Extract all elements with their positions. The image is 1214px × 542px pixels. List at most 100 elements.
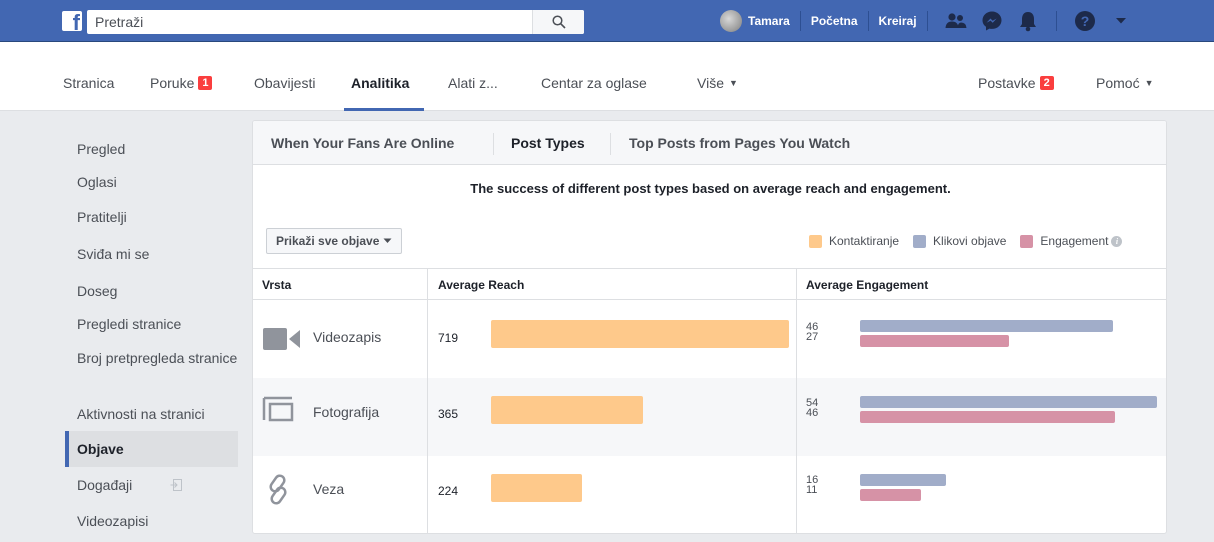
tab-label: Više [697,75,724,91]
column-header-reach: Average Reach [438,278,525,292]
info-icon[interactable]: i [1111,235,1123,247]
sidebar-item-label: Oglasi [77,174,117,190]
post-type-label: Veza [313,481,345,497]
reach-bar[interactable] [491,474,582,502]
panel-subtitle: The success of different post types base… [470,181,951,196]
sidebar-item-posts[interactable]: Objave [65,431,238,467]
table-row: Fotografija 365 54 46 [253,378,1166,456]
video-camera-icon [263,328,300,350]
tab-label: Poruke [150,75,195,91]
panel-tabs: When Your Fans Are Online Post Types Top… [253,121,1166,165]
tab-ad-center[interactable]: Centar za oglase [541,75,647,91]
reach-bar[interactable] [491,320,789,348]
column-divider [796,268,797,533]
sidebar-item-label: Aktivnosti na stranici [77,406,205,422]
show-all-posts-dropdown[interactable]: Prikaži sve objave [266,228,403,254]
divider [799,11,801,31]
clicks-bar[interactable] [860,320,1113,332]
dropdown-label: Prikaži sve objave [276,234,380,248]
column-divider [427,268,428,533]
top-bar: f Tamara Početna Kreiraj ? [0,0,1214,42]
facebook-logo-icon[interactable]: f [62,11,82,34]
avatar[interactable] [720,10,742,32]
divider [1055,11,1057,31]
legend-label-clicks: Klikovi objave [933,234,1007,248]
notifications-bell-icon[interactable] [1016,9,1040,33]
clicks-bar[interactable] [860,396,1157,408]
user-name-link[interactable]: Tamara [748,14,790,28]
sidebar-item-reach[interactable]: Doseg [65,282,238,300]
search-box [87,10,584,34]
sidebar-item-events[interactable]: Događaji [65,476,238,494]
search-input[interactable] [87,10,527,34]
tab-fans-online[interactable]: When Your Fans Are Online [271,135,454,151]
column-header-type: Vrsta [262,278,292,292]
post-type-label: Videozapis [313,329,382,345]
reach-value: 719 [438,331,459,345]
sidebar-item-overview[interactable]: Pregled [65,140,238,158]
sidebar-item-page-actions[interactable]: Aktivnosti na stranici [65,405,238,423]
tab-more[interactable]: Više ▼ [697,75,738,91]
tab-page[interactable]: Stranica [63,75,114,91]
sidebar-item-label: Videozapisi [77,513,149,529]
legend: Kontaktiranje Klikovi objave Engagement … [809,234,1123,248]
tab-publishing-tools[interactable]: Alati z... [448,75,498,91]
tab-messages[interactable]: Poruke 1 [150,75,213,91]
sidebar-item-likes[interactable]: Sviđa mi se [65,245,238,263]
tab-label: Alati z... [448,75,498,91]
settings-badge: 2 [1039,76,1054,90]
tab-divider [493,133,494,155]
caret-down-icon: ▼ [1144,78,1154,88]
account-menu-chevron-icon[interactable] [1109,9,1133,33]
external-link-icon [170,479,182,491]
legend-swatch-reach [809,234,822,248]
tab-label: Postavke [978,75,1036,91]
sidebar-item-page-views[interactable]: Pregledi stranice [65,315,238,333]
post-types-panel: When Your Fans Are Online Post Types Top… [252,120,1167,534]
reach-value: 365 [438,407,459,421]
reach-value: 224 [438,484,459,498]
tab-notifications[interactable]: Obavijesti [254,75,315,91]
table-header: Vrsta Average Reach Average Engagement [253,268,1166,300]
friend-requests-icon[interactable] [944,9,968,33]
tab-top-posts-watched[interactable]: Top Posts from Pages You Watch [629,135,850,151]
reach-bar[interactable] [491,396,643,424]
create-link[interactable]: Kreiraj [879,14,917,28]
help-icon[interactable]: ? [1073,9,1097,33]
column-header-engagement: Average Engagement [806,278,929,292]
tab-label: Obavijesti [254,75,316,91]
table-row: Videozapis 719 46 27 [253,300,1166,378]
post-type-label: Fotografija [313,404,380,420]
sidebar-item-label: Događaji [77,477,133,493]
legend-swatch-clicks [913,234,927,248]
tab-settings[interactable]: Postavke 2 [978,75,1054,91]
svg-text:?: ? [1080,13,1089,29]
engagement-value: 46 [806,407,819,419]
home-link[interactable]: Početna [811,14,858,28]
sidebar-item-label: Objave [77,441,124,457]
sidebar-item-label: Broj pretpregleda stranice [77,350,238,366]
search-button[interactable] [532,10,584,34]
engagement-bar[interactable] [860,489,921,501]
legend-swatch-engagement [1020,234,1034,248]
messenger-icon[interactable] [980,9,1004,33]
tab-post-types[interactable]: Post Types [511,135,585,151]
engagement-bar[interactable] [860,335,1009,347]
tab-label: Stranica [63,75,115,91]
clicks-bar[interactable] [860,474,946,486]
tab-help[interactable]: Pomoć ▼ [1096,75,1154,91]
caret-down-icon: ▼ [728,78,738,88]
sidebar-item-followers[interactable]: Pratitelji [65,208,238,226]
tab-divider [610,133,611,155]
engagement-bar[interactable] [860,411,1115,423]
tab-label: Centar za oglase [541,75,647,91]
sidebar-item-label: Doseg [77,283,118,299]
sidebar-item-page-previews[interactable]: Broj pretpregleda stranice [65,349,238,367]
sidebar-item-label: Pratitelji [77,209,127,225]
divider [867,11,869,31]
table-row: Veza 224 16 11 [253,456,1166,533]
messages-badge: 1 [198,76,213,90]
sidebar-item-videos[interactable]: Videozapisi [65,512,238,530]
tab-insights[interactable]: Analitika [351,75,409,91]
sidebar-item-ads[interactable]: Oglasi [65,173,238,191]
